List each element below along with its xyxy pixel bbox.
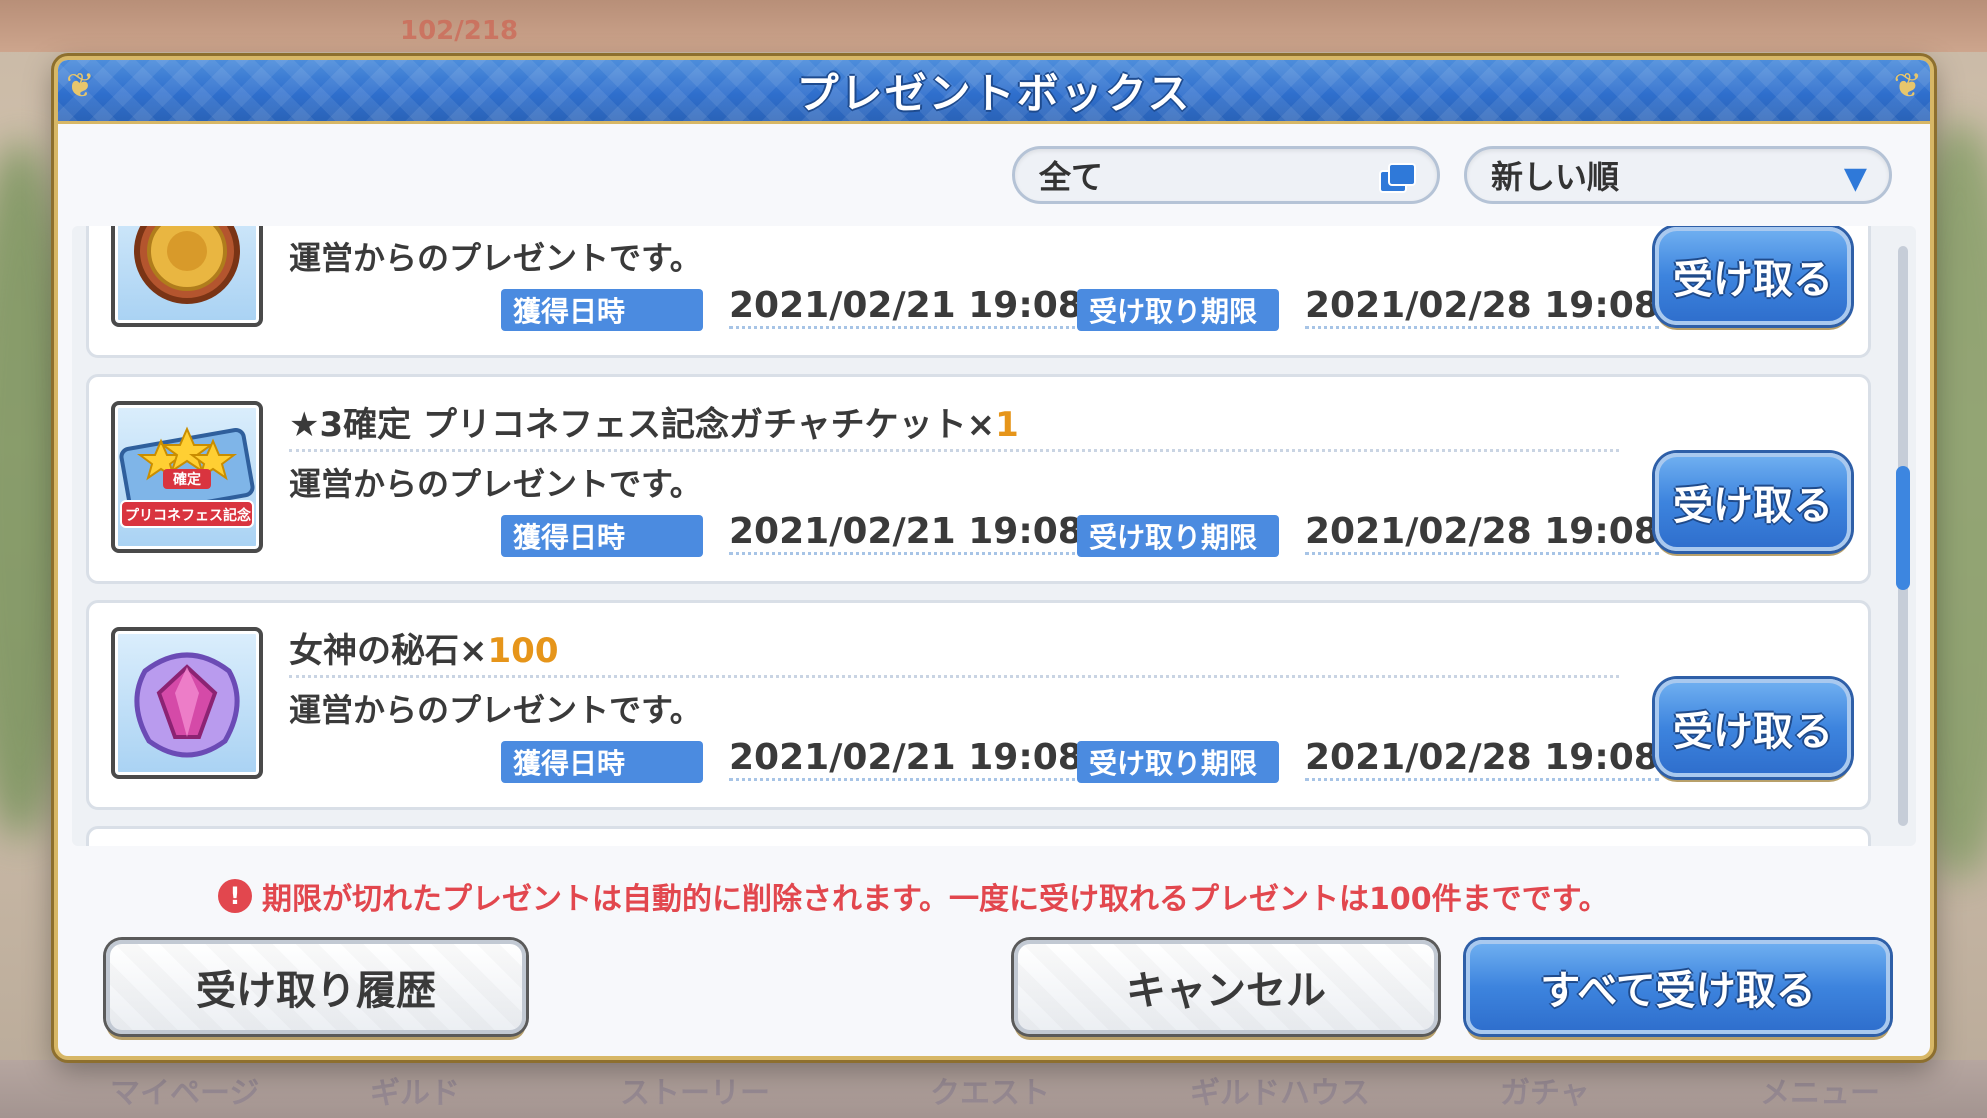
present-box-dialog: ❦ プレゼントボックス ❦ 全て 新しい順 ▼ 運営からのプレゼントです。 獲得… xyxy=(54,56,1934,1060)
item-title: ★3確定 プリコネフェス記念ガチャチケット×1 xyxy=(289,397,1019,446)
ticket-text-fes: プリコネフェス記念 xyxy=(125,508,251,524)
deadline-label: 受け取り期限 xyxy=(1077,289,1279,331)
filter-selected: 全て xyxy=(1039,158,1104,196)
expiry-notice: ! 期限が切れたプレゼントは自動的に削除されます。一度に受け取れるプレゼントは1… xyxy=(218,874,1609,918)
sort-dropdown[interactable]: 新しい順 ▼ xyxy=(1464,146,1892,204)
item-name: 女神の秘石× xyxy=(289,631,488,671)
item-description: 運営からのプレゼントです。 xyxy=(289,465,702,503)
dialog-header: ❦ プレゼントボックス ❦ xyxy=(58,60,1930,124)
item-description: 運営からのプレゼントです。 xyxy=(289,691,702,729)
receive-all-button[interactable]: すべて受け取る xyxy=(1466,940,1890,1034)
deadline-label: 受け取り期限 xyxy=(1077,741,1279,783)
goddess-stone-icon xyxy=(111,627,263,779)
item-quantity: 100 xyxy=(487,631,559,671)
triangle-down-icon: ▼ xyxy=(1843,161,1867,196)
nav-quest: クエスト xyxy=(930,1076,1050,1111)
item-title: 女神の秘石×100 xyxy=(289,623,558,672)
acquired-date: 2021/02/21 19:08 xyxy=(729,737,1083,781)
deadline-label: 受け取り期限 xyxy=(1077,515,1279,557)
warning-icon: ! xyxy=(218,879,252,913)
top-counter: 102/218 xyxy=(400,16,519,46)
receive-button[interactable]: 受け取る xyxy=(1655,227,1851,325)
nav-guild: ギルド xyxy=(370,1076,460,1111)
nav-story: ストーリー xyxy=(620,1076,770,1111)
deadline-date: 2021/02/28 19:08 xyxy=(1305,737,1659,781)
deadline-date: 2021/02/28 19:08 xyxy=(1305,285,1659,329)
lion-medal-icon xyxy=(111,226,263,327)
present-list[interactable]: 運営からのプレゼントです。 獲得日時 2021/02/21 19:08 受け取り… xyxy=(72,226,1916,846)
ornament-right-icon: ❦ xyxy=(1893,66,1923,106)
filter-dropdown[interactable]: 全て xyxy=(1012,146,1440,204)
acquired-date: 2021/02/21 19:08 xyxy=(729,511,1083,555)
nav-menu: メニュー xyxy=(1760,1076,1880,1111)
acquired-label: 獲得日時 xyxy=(501,515,703,557)
dialog-title: プレゼントボックス xyxy=(796,69,1192,118)
title-divider xyxy=(289,675,1619,678)
list-item: 運営からのプレゼントです。 獲得日時 2021/02/21 19:08 受け取り… xyxy=(86,226,1871,358)
acquired-label: 獲得日時 xyxy=(501,741,703,783)
acquired-label: 獲得日時 xyxy=(501,289,703,331)
list-item: 確定 プリコネフェス記念 ★3確定 プリコネフェス記念ガチャチケット×1 運営か… xyxy=(86,374,1871,584)
item-description: 運営からのプレゼントです。 xyxy=(289,239,702,277)
top-status-bar xyxy=(0,0,1987,52)
list-item xyxy=(86,826,1871,846)
receive-button[interactable]: 受け取る xyxy=(1655,679,1851,777)
list-item: 女神の秘石×100 運営からのプレゼントです。 獲得日時 2021/02/21 … xyxy=(86,600,1871,810)
stacked-windows-icon xyxy=(1379,163,1416,193)
title-divider xyxy=(289,449,1619,452)
nav-gacha: ガチャ xyxy=(1500,1076,1590,1111)
item-name: ★3確定 プリコネフェス記念ガチャチケット× xyxy=(289,405,996,445)
receive-button[interactable]: 受け取る xyxy=(1655,453,1851,551)
ornament-left-icon: ❦ xyxy=(66,66,95,106)
notice-text: 期限が切れたプレゼントは自動的に削除されます。一度に受け取れるプレゼントは100… xyxy=(262,882,1609,917)
cancel-button[interactable]: キャンセル xyxy=(1014,940,1438,1034)
history-button[interactable]: 受け取り履歴 xyxy=(106,940,526,1034)
deadline-date: 2021/02/28 19:08 xyxy=(1305,511,1659,555)
scrollbar-thumb[interactable] xyxy=(1896,466,1910,590)
sort-selected: 新しい順 xyxy=(1491,158,1620,196)
ticket-text-confirmed: 確定 xyxy=(173,472,201,488)
gacha-ticket-icon: 確定 プリコネフェス記念 xyxy=(111,401,263,553)
item-quantity: 1 xyxy=(995,405,1019,445)
acquired-date: 2021/02/21 19:08 xyxy=(729,285,1083,329)
nav-mypage: マイページ xyxy=(110,1076,260,1111)
nav-guildhouse: ギルドハウス xyxy=(1190,1076,1370,1111)
